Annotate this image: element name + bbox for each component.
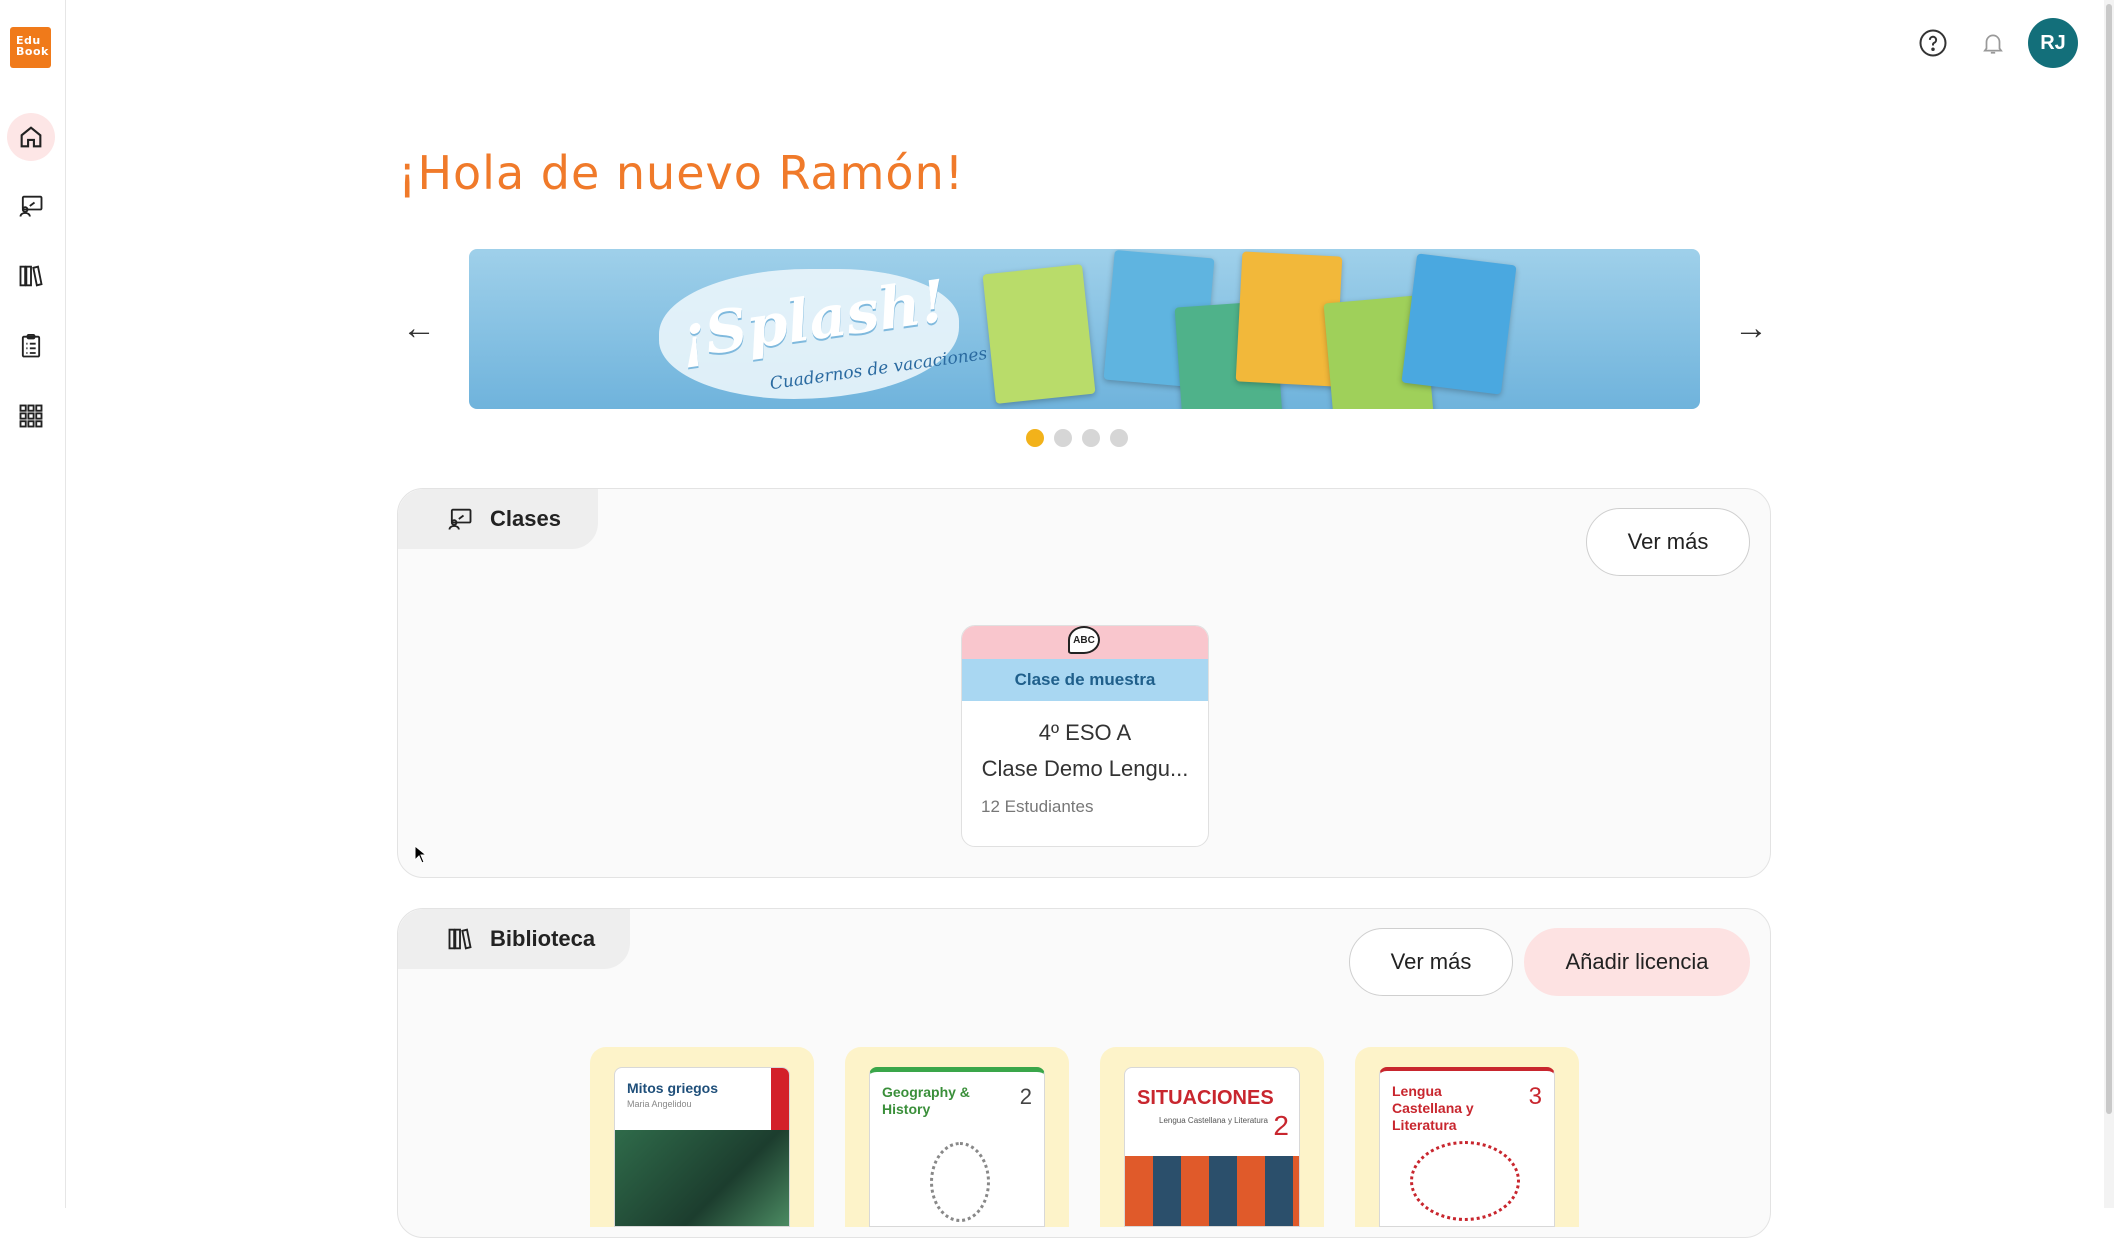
book-author: Maria Angelidou <box>627 1099 692 1109</box>
library-section-tab: Biblioteca <box>398 909 630 969</box>
bell-icon <box>1983 34 2003 54</box>
sidebar-item-tasks[interactable] <box>7 322 55 370</box>
carousel-dot[interactable] <box>1082 429 1100 447</box>
banner-book-cover <box>1401 253 1517 395</box>
class-card-name: Clase Demo Lengu... <box>981 756 1189 781</box>
carousel-dot[interactable] <box>1110 429 1128 447</box>
book-title: Lengua Castellana y Literatura <box>1392 1083 1474 1133</box>
sidebar-item-library[interactable] <box>7 252 55 300</box>
book-cover: SITUACIONES Lengua Castellana y Literatu… <box>1124 1067 1300 1227</box>
sidebar-item-classes[interactable] <box>7 182 55 230</box>
class-card-students: 12 Estudiantes <box>981 797 1094 816</box>
carousel-dot[interactable] <box>1026 429 1044 447</box>
book-cover-art <box>615 1130 789 1226</box>
carousel-pagination <box>1026 429 1128 447</box>
classroom-icon <box>19 195 43 217</box>
classes-section-title: Clases <box>490 506 561 531</box>
scrollbar-thumb[interactable] <box>2106 4 2112 1114</box>
book-cover: Lengua Castellana y Literatura 3 <box>1379 1067 1555 1227</box>
book-spine-mark <box>771 1068 789 1130</box>
books-icon <box>448 928 472 950</box>
carousel-dot[interactable] <box>1054 429 1072 447</box>
classes-section: Clases Ver más ABC Clase de muestra 4º E… <box>397 488 1771 878</box>
sidebar: Edu Book <box>0 0 66 1208</box>
classroom-icon <box>448 508 472 530</box>
book-tile[interactable]: Geography & History 2 <box>845 1047 1069 1227</box>
clipboard-icon <box>21 333 41 358</box>
book-tile[interactable]: Lengua Castellana y Literatura 3 <box>1355 1047 1579 1227</box>
edubook-logo[interactable]: Edu Book <box>10 27 51 68</box>
page-title: ¡Hola de nuevo Ramón! <box>398 146 965 200</box>
book-title: Geography & History <box>882 1084 970 1117</box>
book-number: 2 <box>1019 1084 1032 1109</box>
book-title: SITUACIONES <box>1137 1087 1274 1109</box>
book-subtitle: Lengua Castellana y Literatura <box>1159 1116 1268 1125</box>
sidebar-item-apps[interactable] <box>7 392 55 440</box>
grid-icon <box>19 404 43 428</box>
book-cover-art <box>1410 1141 1520 1221</box>
book-cover-art <box>1125 1156 1299 1226</box>
classes-see-more-button[interactable]: Ver más <box>1586 508 1750 576</box>
carousel-prev-button[interactable]: ← <box>402 308 436 348</box>
book-tile[interactable]: Mitos griegos Maria Angelidou <box>590 1047 814 1227</box>
class-card-group: 4º ESO A <box>1038 720 1132 745</box>
sidebar-item-home[interactable] <box>7 113 55 161</box>
library-section: Biblioteca Ver más Añadir licencia Mitos… <box>397 908 1771 1238</box>
book-cover: Geography & History 2 <box>869 1067 1045 1227</box>
home-icon <box>20 126 42 148</box>
help-button[interactable] <box>1914 24 1952 62</box>
mouse-cursor-icon <box>414 845 428 864</box>
book-number: 2 <box>1273 1110 1289 1141</box>
library-see-more-button[interactable]: Ver más <box>1349 928 1513 996</box>
notifications-button[interactable] <box>1974 24 2012 62</box>
classes-section-tab: Clases <box>398 489 598 549</box>
library-section-title: Biblioteca <box>490 926 596 951</box>
book-cover-art <box>930 1142 990 1222</box>
book-number: 3 <box>1528 1083 1542 1110</box>
user-avatar[interactable]: RJ <box>2028 18 2078 68</box>
class-card-badge: Clase de muestra <box>962 659 1208 701</box>
book-tile[interactable]: SITUACIONES Lengua Castellana y Literatu… <box>1100 1047 1324 1227</box>
books-icon <box>19 265 43 287</box>
book-title: Mitos griegos <box>627 1080 719 1096</box>
class-card[interactable]: ABC Clase de muestra 4º ESO A Clase Demo… <box>961 625 1209 847</box>
speech-bubble-icon: ABC <box>1068 626 1100 654</box>
help-icon <box>1919 29 1947 57</box>
carousel-next-button[interactable]: → <box>1734 308 1768 348</box>
add-license-button[interactable]: Añadir licencia <box>1524 928 1750 996</box>
carousel-banner[interactable]: ¡Splash! Cuadernos de vacaciones <box>469 249 1700 409</box>
class-card-header: ABC <box>962 626 1208 659</box>
book-cover: Mitos griegos Maria Angelidou <box>614 1067 790 1227</box>
banner-book-cover <box>982 264 1096 404</box>
